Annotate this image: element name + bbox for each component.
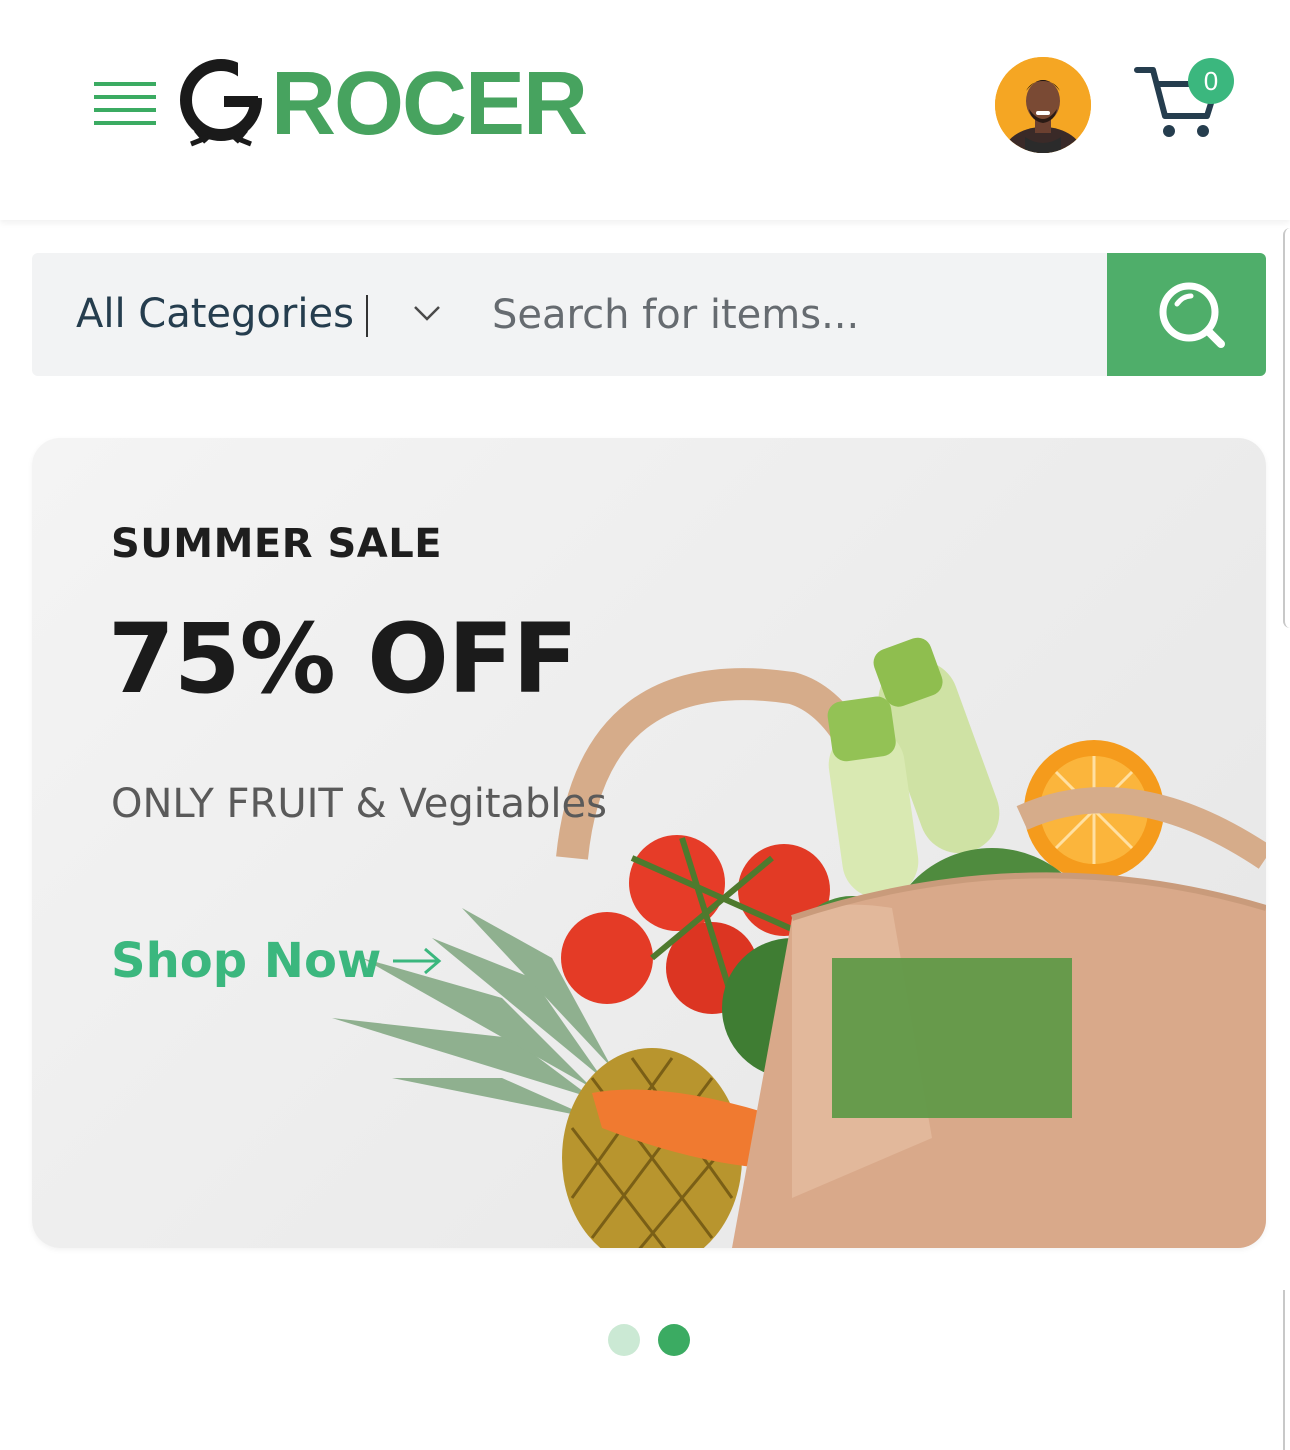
hamburger-icon[interactable] [94, 80, 156, 130]
scroll-edge [1283, 228, 1290, 628]
carousel-dot-1[interactable] [608, 1324, 640, 1356]
arrow-right-icon [393, 947, 442, 975]
user-avatar[interactable] [995, 57, 1091, 153]
banner-subtitle: ONLY FRUIT & Vegitables [111, 781, 607, 827]
grocer-logo[interactable]: ROCER [176, 52, 606, 154]
top-header: ROCER 0 [0, 0, 1290, 220]
category-label: All Categories [76, 291, 354, 337]
chevron-down-icon [414, 306, 440, 321]
search-bar: All Categories [32, 253, 1266, 376]
logo-wordmark: ROCER [271, 54, 587, 152]
carousel-dot-2-active[interactable] [658, 1324, 690, 1356]
cart-count-badge: 0 [1188, 58, 1234, 104]
text-caret [366, 295, 368, 337]
promo-banner: SUMMER SALE 75% OFF ONLY FRUIT & Vegitab… [32, 438, 1266, 1248]
search-input[interactable] [492, 253, 1102, 376]
shop-now-label: Shop Now [111, 933, 382, 989]
search-button[interactable] [1107, 253, 1266, 376]
shop-now-link[interactable]: Shop Now [111, 933, 445, 989]
grocery-bag-illustration [332, 637, 1266, 1248]
category-dropdown[interactable]: All Categories [32, 253, 472, 376]
search-icon [1159, 282, 1225, 348]
scroll-edge-lower [1283, 1290, 1288, 1450]
